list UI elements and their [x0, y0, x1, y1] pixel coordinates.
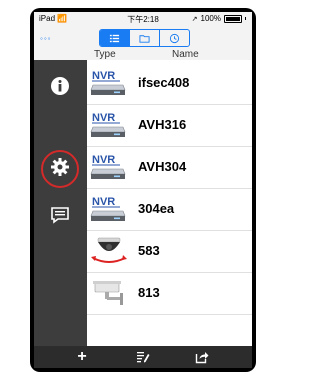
device-name: AVH304 [138, 159, 187, 174]
device-name: 583 [138, 243, 160, 258]
segment-history[interactable] [159, 30, 189, 46]
share-icon [195, 352, 209, 364]
info-icon [51, 77, 69, 95]
sidebar-item-settings[interactable] [46, 153, 74, 181]
add-device-button[interactable]: + [74, 349, 90, 365]
device-name: AVH316 [138, 117, 187, 132]
device-row[interactable]: NVR ifsec408 [87, 63, 252, 105]
device-name: 813 [138, 285, 160, 300]
edit-list-button[interactable] [135, 349, 151, 365]
share-button[interactable] [194, 349, 210, 365]
nvr-badge-text: NVR [92, 154, 115, 166]
nvr-badge-text: NVR [92, 70, 115, 82]
battery-icon [224, 14, 242, 23]
edit-list-icon [137, 352, 150, 363]
dome-camera-icon [90, 236, 128, 266]
segment-folder[interactable] [129, 30, 159, 46]
device-list: NVR ifsec408 NVR AVH316 NVR AVH304 NVR 304ea 583… [87, 60, 252, 346]
clock-icon [169, 33, 180, 43]
segment-list[interactable] [100, 30, 129, 46]
bottom-toolbar: + [34, 346, 252, 368]
device-name: 304ea [138, 201, 175, 216]
device-row[interactable]: 813 [87, 273, 252, 315]
sidebar [34, 60, 87, 346]
nvr-icon: NVR [90, 194, 128, 224]
sidebar-item-info[interactable] [46, 72, 74, 100]
device-frame: iPad 📶 下午2:18 ↗ 100% ◦◦◦ Type Name NVR i… [30, 8, 256, 372]
device-row[interactable]: 583 [87, 231, 252, 273]
location-icon: ↗ [191, 15, 198, 23]
more-menu-button[interactable]: ◦◦◦ [40, 34, 52, 43]
top-bar: iPad 📶 下午2:18 ↗ 100% ◦◦◦ Type Name [34, 12, 252, 61]
message-icon [51, 207, 69, 224]
plus-icon: + [77, 348, 87, 365]
status-right: ↗ 100% [192, 14, 246, 23]
device-name: ifsec408 [138, 75, 190, 90]
sidebar-item-messages[interactable] [46, 201, 74, 229]
app-screen: iPad 📶 下午2:18 ↗ 100% ◦◦◦ Type Name NVR i… [34, 12, 252, 368]
device-row[interactable]: NVR 304ea [87, 189, 252, 231]
gear-icon [51, 158, 69, 176]
view-segmented-control[interactable] [99, 29, 190, 47]
nvr-icon: NVR [90, 110, 128, 140]
status-bar: iPad 📶 下午2:18 ↗ 100% [34, 12, 252, 26]
nvr-badge-text: NVR [92, 196, 115, 208]
device-row[interactable]: NVR AVH304 [87, 147, 252, 189]
column-type: Type [94, 49, 116, 60]
device-row[interactable]: NVR AVH316 [87, 105, 252, 147]
folder-icon [139, 34, 150, 43]
battery-percent: 100% [200, 14, 221, 23]
column-header: Type Name [34, 49, 252, 60]
nvr-icon: NVR [90, 68, 128, 98]
nvr-badge-text: NVR [92, 112, 115, 124]
list-icon [109, 34, 120, 42]
column-name: Name [172, 49, 199, 60]
battery-tip [245, 17, 246, 20]
bullet-camera-icon [90, 278, 128, 308]
nvr-icon: NVR [90, 152, 128, 182]
